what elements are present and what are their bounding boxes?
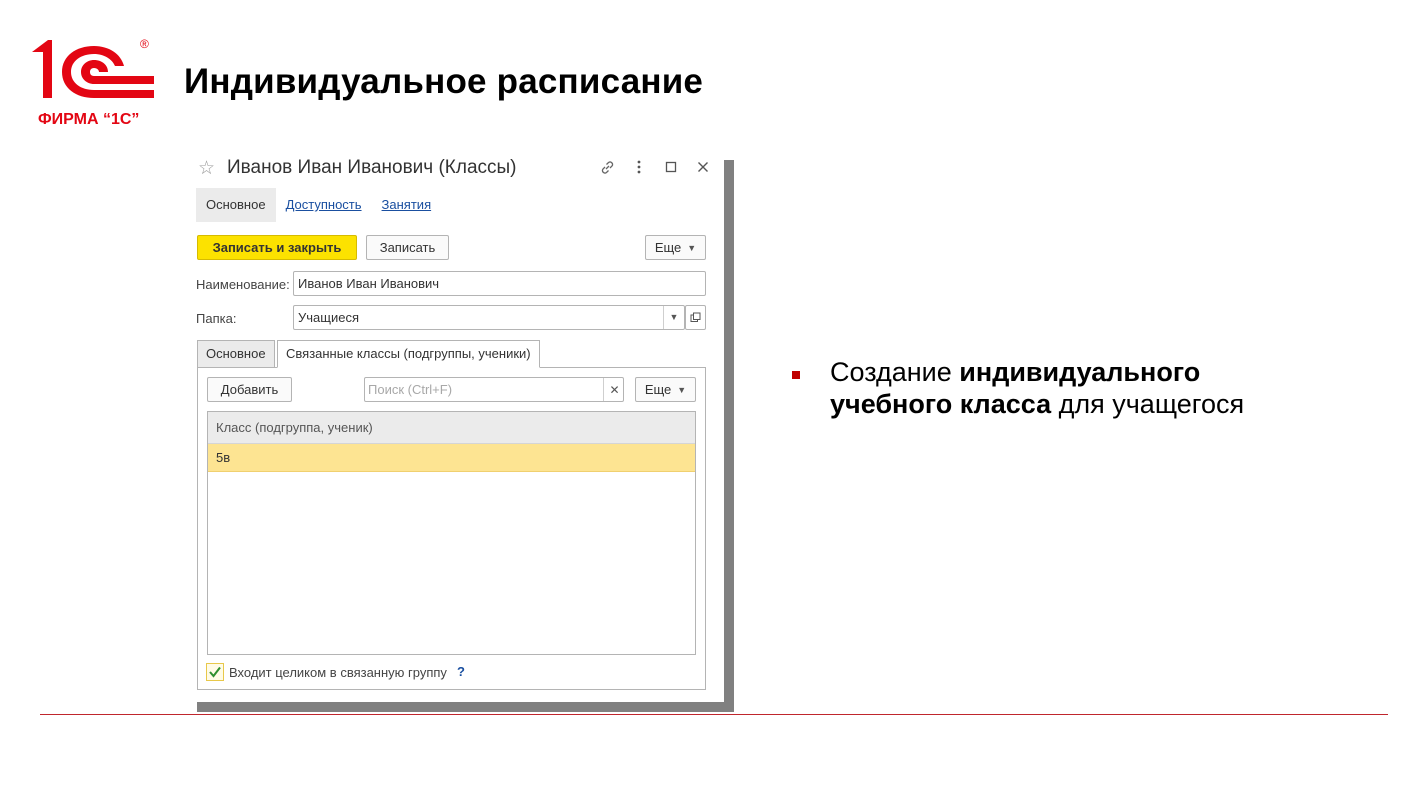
- clear-search-icon[interactable]: ✕: [603, 378, 625, 401]
- bullet-text: Создание индивидуального учебного класса…: [830, 356, 1270, 420]
- name-field[interactable]: Иванов Иван Иванович: [293, 271, 706, 296]
- folder-value: Учащиеся: [298, 310, 359, 325]
- bullet-marker: [792, 371, 800, 379]
- close-icon[interactable]: [694, 158, 712, 176]
- maximize-icon[interactable]: [662, 158, 680, 176]
- window-title-actions: [598, 158, 712, 176]
- slide-title: Индивидуальное расписание: [184, 62, 704, 101]
- more-vertical-icon[interactable]: [630, 158, 648, 176]
- form-navigation: Основное Доступность Занятия: [196, 188, 441, 222]
- add-button[interactable]: Добавить: [207, 377, 292, 402]
- open-window-icon: [690, 312, 701, 322]
- more-button[interactable]: Еще ▼: [645, 235, 706, 260]
- bullet-text-part1: Создание: [830, 357, 960, 387]
- linked-classes-panel: Добавить Поиск (Ctrl+F) ✕ Еще ▼ Класс (по…: [197, 367, 706, 690]
- star-icon[interactable]: ☆: [198, 157, 215, 180]
- help-icon[interactable]: ?: [457, 664, 465, 679]
- company-name: ФИРМА “1С”: [38, 111, 139, 128]
- window-shadow-bottom: [197, 702, 734, 712]
- name-label: Наименование:: [196, 277, 290, 292]
- nav-tab-main[interactable]: Основное: [196, 188, 276, 222]
- table-cell-class: 5в: [216, 450, 231, 465]
- window-shadow-right: [724, 160, 734, 712]
- linked-classes-table: Класс (подгруппа, ученик) 5в: [207, 411, 696, 655]
- 1c-logo: ® ФИРМА “1С”: [32, 37, 154, 128]
- chevron-down-icon: ▼: [687, 242, 697, 253]
- column-header-class[interactable]: Класс (подгруппа, ученик): [208, 412, 695, 444]
- checkmark-icon: [209, 666, 221, 678]
- chevron-down-icon: ▼: [677, 384, 687, 395]
- bullet-text-part2: для учащегося: [1051, 389, 1245, 419]
- catalog-item-window: ☆ Иванов Иван Иванович (Классы) Основное…: [188, 152, 724, 702]
- table-row[interactable]: 5в: [208, 444, 695, 472]
- save-and-close-button[interactable]: Записать и закрыть: [197, 235, 357, 260]
- whole-group-checkbox-label[interactable]: Входит целиком в связанную группу: [229, 665, 447, 680]
- search-input[interactable]: Поиск (Ctrl+F): [364, 377, 624, 402]
- window-title: Иванов Иван Иванович (Классы): [227, 157, 517, 178]
- folder-field[interactable]: Учащиеся ▼: [293, 305, 685, 330]
- panel-more-button[interactable]: Еще ▼: [635, 377, 696, 402]
- nav-tab-lessons[interactable]: Занятия: [372, 188, 442, 222]
- more-button-label: Еще: [654, 240, 682, 255]
- registered-mark: ®: [140, 37, 149, 51]
- footer-divider: [40, 714, 1388, 715]
- link-icon[interactable]: [598, 158, 616, 176]
- nav-tab-availability[interactable]: Доступность: [276, 188, 372, 222]
- save-button[interactable]: Записать: [366, 235, 449, 260]
- tab-main[interactable]: Основное: [197, 340, 275, 368]
- panel-more-label: Еще: [644, 382, 672, 397]
- tab-linked-classes[interactable]: Связанные классы (подгруппы, ученики): [277, 340, 540, 368]
- whole-group-checkbox[interactable]: [206, 663, 224, 681]
- dropdown-icon[interactable]: ▼: [663, 306, 684, 329]
- folder-label: Папка:: [196, 311, 237, 326]
- open-folder-button[interactable]: [685, 305, 706, 330]
